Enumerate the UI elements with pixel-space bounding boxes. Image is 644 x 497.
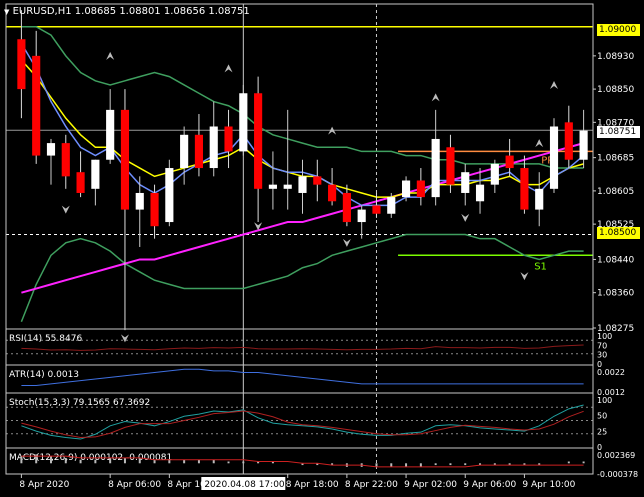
price-axis-label: 1.08930 — [597, 52, 634, 62]
bullish-candle — [357, 209, 366, 223]
bearish-candle — [32, 55, 41, 156]
bearish-candle — [446, 147, 455, 185]
bearish-candle — [505, 155, 514, 169]
time-axis-label: 8 Apr 18:00 — [286, 480, 339, 490]
bullish-candle — [283, 184, 292, 189]
atr-scale-label: 0.0022 — [597, 368, 625, 377]
trading-chart[interactable]: PPS1 RSI(14) 55.8476 10070300 ATR(14) 0.0… — [0, 0, 644, 497]
stoch-scale-label: 50 — [597, 412, 607, 421]
bullish-candle — [535, 188, 544, 210]
price-axis-label: 1.08440 — [597, 255, 634, 265]
bearish-candle — [120, 109, 130, 210]
macd-scale-label: 0.002369 — [597, 451, 635, 460]
bearish-candle — [328, 184, 337, 202]
chart-header: ▼ EURUSD,H1 1.08685 1.08801 1.08656 1.08… — [4, 6, 250, 17]
bearish-candle — [254, 93, 263, 189]
bullish-candle — [91, 159, 100, 189]
price-axis-label: 1.08685 — [597, 154, 634, 164]
bullish-candle — [490, 163, 499, 185]
crosshair-time-label: 2020.04.08 17:00 — [204, 480, 285, 490]
bullish-candle — [209, 126, 218, 169]
ohlc-values: 1.08685 1.08801 1.08656 1.08751 — [74, 6, 250, 17]
current-price-tag: 1.08751 — [597, 126, 640, 138]
bullish-candle — [579, 130, 588, 160]
rsi-scale-label: 70 — [597, 341, 607, 350]
bullish-candle — [431, 138, 440, 198]
price-axis-label: 1.08605 — [597, 187, 634, 197]
symbol-label: EURUSD,H1 — [12, 6, 72, 17]
stoch-scale-label: 100 — [597, 396, 612, 405]
dropdown-triangle-icon[interactable]: ▼ — [4, 8, 9, 16]
bullish-candle — [298, 176, 307, 193]
bearish-candle — [313, 176, 322, 185]
macd-scale-label: -0.000378 — [597, 470, 638, 479]
bullish-candle — [239, 93, 248, 152]
bullish-candle — [106, 109, 115, 160]
bearish-candle — [61, 143, 70, 177]
bullish-candle — [135, 192, 144, 210]
bullish-candle — [46, 143, 56, 156]
rsi-scale-label: 30 — [597, 351, 607, 360]
bearish-candle — [372, 205, 381, 214]
stoch-indicator-label: Stoch(15,3,3) 79.1565 67.3692 — [9, 398, 150, 408]
chart-background — [0, 0, 644, 497]
bearish-candle — [224, 126, 233, 152]
resistance-price-tag: 1.09000 — [597, 24, 640, 36]
stoch-scale-label: 25 — [597, 427, 607, 436]
bearish-candle — [150, 192, 159, 227]
bullish-candle — [549, 126, 559, 189]
time-axis-label: 8 Apr 22:00 — [345, 480, 398, 490]
price-axis-label: 1.08360 — [597, 289, 634, 299]
bearish-candle — [76, 172, 85, 193]
bearish-candle — [194, 134, 204, 169]
price-axis-label: 1.08275 — [597, 324, 634, 334]
bearish-candle — [342, 192, 351, 223]
bullish-candle — [165, 168, 174, 223]
bullish-candle — [475, 184, 485, 202]
rsi-indicator-label: RSI(14) 55.8476 — [9, 334, 82, 344]
time-axis-label: 9 Apr 06:00 — [463, 480, 516, 490]
bullish-candle — [180, 134, 189, 169]
time-axis-label: 9 Apr 10:00 — [522, 480, 575, 490]
time-axis-label: 8 Apr 06:00 — [108, 480, 161, 490]
bullish-candle — [387, 197, 396, 214]
support-price-tag: 1.08500 — [597, 227, 640, 239]
bearish-candle — [520, 168, 529, 210]
overlays: 2020.04.08 17:00 — [201, 477, 286, 490]
bullish-candle — [268, 184, 277, 189]
price-axis-label: 1.08850 — [597, 85, 634, 95]
bearish-candle — [564, 122, 573, 160]
bullish-candle — [461, 172, 470, 193]
time-axis-label: 8 Apr 2020 — [19, 480, 69, 490]
bearish-candle — [416, 180, 425, 198]
time-axis-label: 9 Apr 02:00 — [404, 480, 457, 490]
atr-indicator-label: ATR(14) 0.0013 — [9, 370, 79, 380]
bullish-candle — [401, 180, 411, 198]
bearish-candle — [17, 39, 26, 90]
s1-label: S1 — [534, 261, 547, 272]
